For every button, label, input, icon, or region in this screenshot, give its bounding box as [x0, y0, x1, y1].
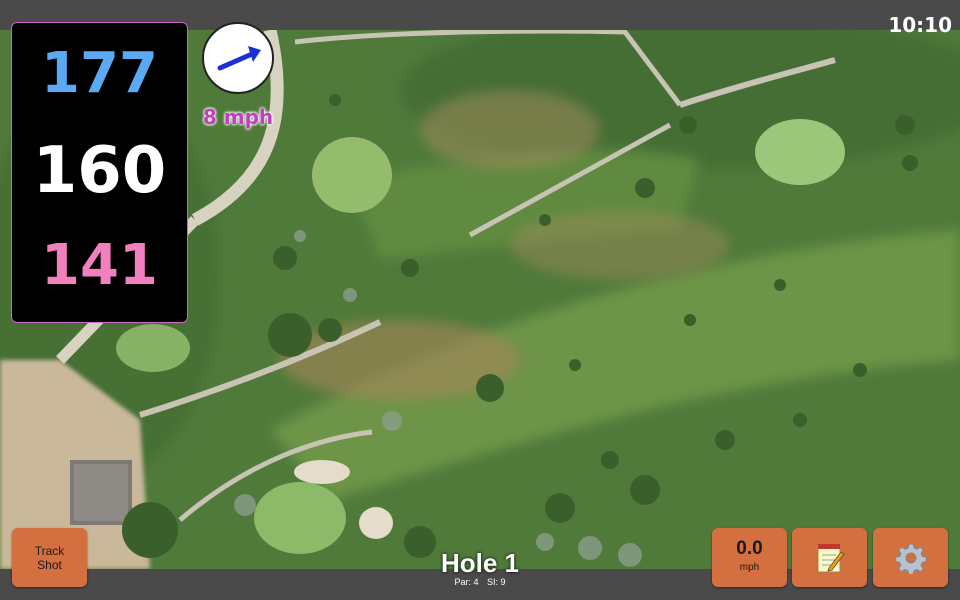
wind-direction-arrow-icon: [217, 46, 261, 71]
middle-distance: 160: [32, 134, 167, 208]
wind-indicator: [202, 22, 274, 94]
hole-par: Par: 4: [454, 577, 479, 587]
gear-icon: [894, 543, 927, 574]
hole-meta: Par: 4 SI: 9: [380, 577, 580, 587]
track-shot-button[interactable]: Track Shot: [12, 528, 87, 587]
speed-unit: mph: [739, 562, 760, 573]
hole-title: Hole 1: [440, 548, 520, 578]
speed-value: 0.0: [736, 538, 763, 559]
hole-stroke-index: SI: 9: [487, 577, 506, 587]
notepad-icon: [817, 543, 845, 572]
wind-speed: 8 mph: [202, 105, 274, 129]
speed-button[interactable]: 0.0 mph: [712, 528, 787, 587]
notes-button[interactable]: [792, 528, 867, 587]
settings-button[interactable]: [873, 528, 948, 587]
distance-panel: 177 160 141: [11, 22, 188, 323]
front-distance: 141: [41, 233, 158, 298]
back-distance: 177: [41, 41, 158, 106]
track-shot-label: Track Shot: [34, 544, 65, 572]
clock: 10:10: [888, 13, 952, 37]
